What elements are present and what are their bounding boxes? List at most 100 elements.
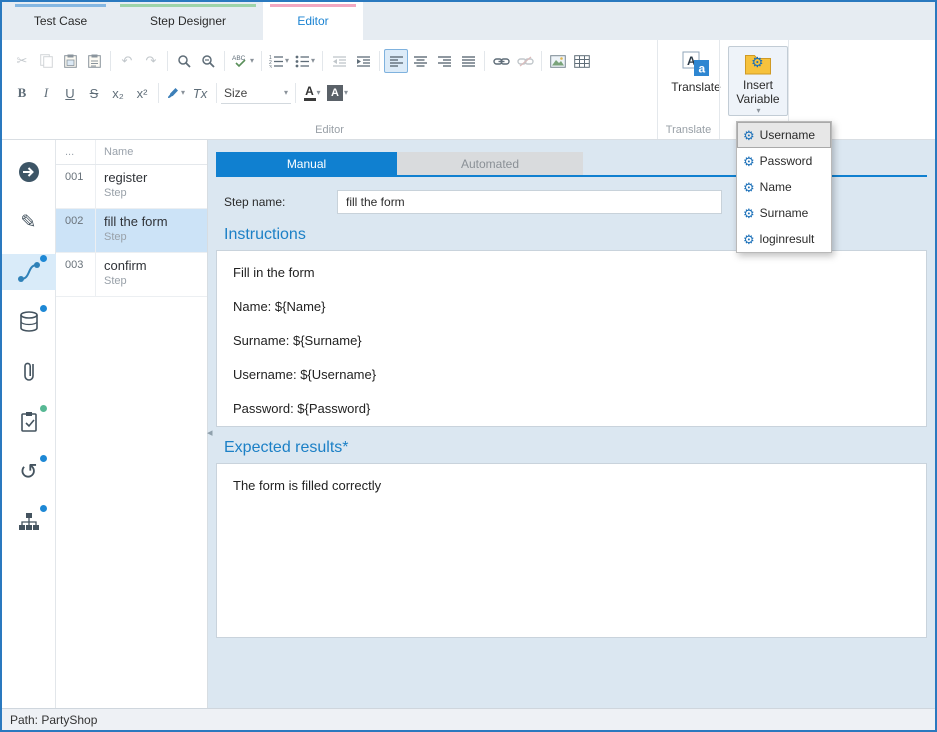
rail-item-edit[interactable]: ✎ (2, 204, 56, 240)
text-color-icon: A (304, 85, 316, 101)
align-center-icon (413, 55, 428, 68)
collapse-panel-handle[interactable]: ◂ (207, 428, 213, 439)
toolbar-row-1: ✂ ↶ ↷ ABC▾ 123▾ ▾ (10, 46, 651, 76)
toolbar-separator (484, 51, 485, 71)
tab-manual[interactable]: Manual (216, 152, 397, 175)
text-color-button[interactable]: A▾ (300, 81, 324, 105)
align-center-button[interactable] (408, 49, 432, 73)
superscript-button[interactable]: x² (130, 81, 154, 105)
step-row-002[interactable]: 002 fill the formStep (56, 209, 207, 253)
paste-plain-text-button[interactable] (82, 49, 106, 73)
menu-item-name[interactable]: ⚙Name (737, 174, 831, 200)
toolbar-separator (541, 51, 542, 71)
chevron-down-icon: ▾ (250, 57, 254, 65)
format-painter-icon (166, 86, 180, 100)
variable-gear-icon: ⚙ (743, 181, 755, 194)
tab-step-designer[interactable]: Step Designer (113, 2, 263, 40)
underline-button[interactable]: U (58, 81, 82, 105)
italic-icon: I (44, 85, 48, 101)
rail-item-history[interactable]: ↺ (2, 454, 56, 490)
step-row-001[interactable]: 001 registerStep (56, 165, 207, 209)
rail-item-steps[interactable] (2, 254, 56, 290)
increase-indent-button[interactable] (351, 49, 375, 73)
steps-list-header: ... Name (56, 140, 207, 165)
font-size-dropdown[interactable]: Size▾ (221, 82, 291, 104)
expected-results-editor[interactable]: The form is filled correctly (216, 463, 927, 638)
insert-variable-menu: ⚙Username ⚙Password ⚙Name ⚙Surname ⚙logi… (736, 121, 832, 253)
increase-indent-icon (356, 55, 371, 68)
strikethrough-button[interactable]: S (82, 81, 106, 105)
insert-table-button[interactable] (570, 49, 594, 73)
edit-pencil-icon: ✎ (21, 211, 37, 234)
tab-editor[interactable]: Editor (263, 2, 363, 40)
rail-item-checklist[interactable] (2, 404, 56, 440)
align-justify-icon (461, 55, 476, 68)
rail-item-enter[interactable] (2, 154, 56, 190)
history-icon: ↺ (19, 459, 37, 485)
insert-variable-icon: ⚙ (744, 51, 772, 75)
undo-button[interactable]: ↶ (115, 49, 139, 73)
menu-item-password[interactable]: ⚙Password (737, 148, 831, 174)
menu-item-loginresult[interactable]: ⚙loginresult (737, 226, 831, 252)
menu-item-surname[interactable]: ⚙Surname (737, 200, 831, 226)
subscript-button[interactable]: x₂ (106, 81, 130, 105)
align-justify-button[interactable] (456, 49, 480, 73)
instructions-paragraph: Username: ${Username} (233, 367, 910, 382)
italic-button[interactable]: I (34, 81, 58, 105)
tab-test-case[interactable]: Test Case (8, 2, 113, 40)
expected-results-heading: Expected results* (224, 439, 927, 457)
replace-button[interactable] (196, 49, 220, 73)
background-color-button[interactable]: A▾ (324, 81, 351, 105)
step-name-input[interactable] (337, 190, 722, 214)
step-number: 001 (56, 165, 96, 208)
paste-icon (64, 54, 77, 68)
enter-arrow-icon (17, 160, 41, 184)
ribbon-group-label-translate: Translate (658, 124, 719, 136)
find-button[interactable] (172, 49, 196, 73)
remove-format-icon: Tx (193, 86, 207, 101)
rail-item-hierarchy[interactable] (2, 504, 56, 540)
numbered-list-button[interactable]: 123▾ (266, 49, 292, 73)
column-header-name: Name (96, 146, 133, 158)
translate-button[interactable]: Aa Translate (666, 46, 726, 95)
rail-item-attachments[interactable] (2, 354, 56, 390)
copy-icon (40, 54, 53, 68)
notification-dot (40, 455, 47, 462)
remove-format-button[interactable]: Tx (188, 81, 212, 105)
bulleted-list-icon (295, 54, 310, 68)
underline-icon: U (65, 86, 74, 101)
insert-image-button[interactable] (546, 49, 570, 73)
redo-button[interactable]: ↷ (139, 49, 163, 73)
table-icon (574, 55, 590, 68)
tab-accent-strip (270, 4, 356, 7)
cut-button[interactable]: ✂ (10, 49, 34, 73)
rail-item-test-data[interactable] (2, 304, 56, 340)
svg-text:a: a (699, 62, 706, 76)
align-right-button[interactable] (432, 49, 456, 73)
menu-item-username[interactable]: ⚙Username (737, 122, 831, 148)
copy-button[interactable] (34, 49, 58, 73)
spellcheck-button[interactable]: ABC▾ (229, 49, 257, 73)
variable-gear-icon: ⚙ (743, 207, 755, 220)
step-type: Step (104, 187, 207, 199)
insert-link-button[interactable] (489, 49, 513, 73)
instructions-paragraph: Password: ${Password} (233, 401, 910, 416)
tab-automated[interactable]: Automated (397, 152, 583, 175)
toolbar-separator (379, 51, 380, 71)
ribbon-group-label-editor: Editor (2, 124, 657, 136)
unlink-button[interactable] (513, 49, 537, 73)
step-row-003[interactable]: 003 confirmStep (56, 253, 207, 297)
bold-button[interactable]: B (10, 81, 34, 105)
instructions-editor[interactable]: Fill in the form Name: ${Name} Surname: … (216, 250, 927, 427)
toolbar-separator (295, 83, 296, 103)
decrease-indent-button[interactable] (327, 49, 351, 73)
chevron-down-icon: ▾ (284, 89, 288, 97)
chevron-down-icon: ▾ (317, 89, 321, 97)
align-left-button[interactable] (384, 49, 408, 73)
insert-variable-button-label: Insert Variable (729, 78, 787, 107)
paste-button[interactable] (58, 49, 82, 73)
format-painter-button[interactable]: ▾ (163, 81, 188, 105)
unlink-icon (517, 56, 534, 67)
bulleted-list-button[interactable]: ▾ (292, 49, 318, 73)
insert-variable-button[interactable]: ⚙ Insert Variable ▾ (728, 46, 788, 116)
